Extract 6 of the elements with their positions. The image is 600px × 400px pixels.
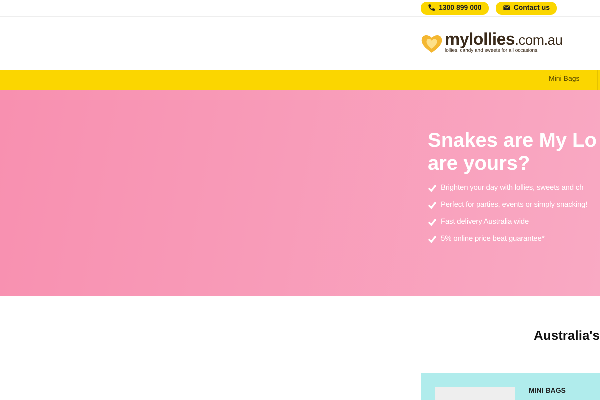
logo-wordmark: mylollies.com.au [445, 31, 563, 48]
phone-icon [428, 4, 436, 12]
mail-icon [502, 4, 511, 12]
section-heading: Australia's [533, 327, 600, 345]
hero-heading: Snakes are My Lo are yours? [428, 130, 598, 176]
heart-logo-icon [421, 34, 443, 54]
